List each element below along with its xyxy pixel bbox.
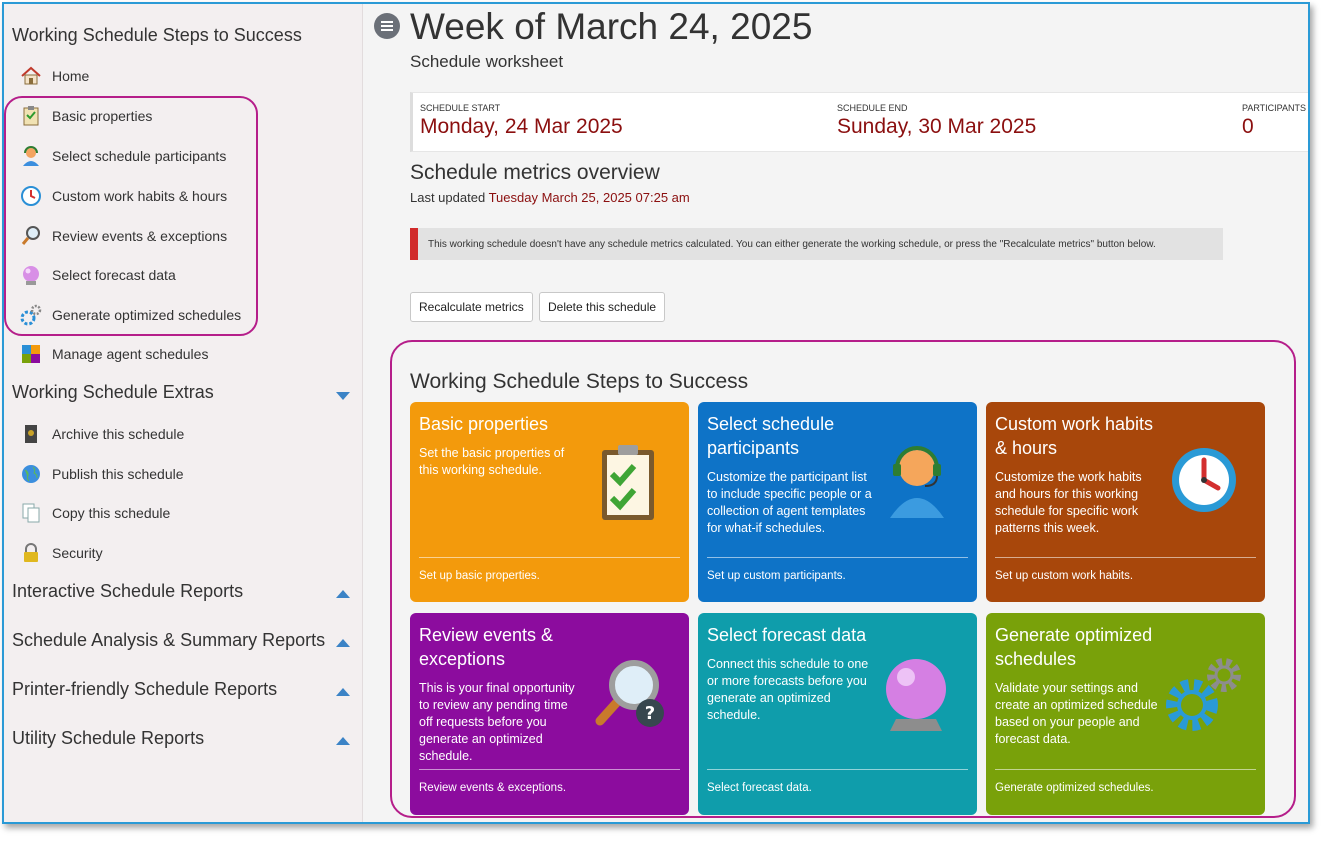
hamburger-icon xyxy=(381,25,393,27)
copy-icon xyxy=(20,502,42,524)
sidebar-steps-title: Working Schedule Steps to Success xyxy=(12,25,302,45)
sidebar-item-archive[interactable]: Archive this schedule xyxy=(20,421,184,447)
sidebar-item-label: Archive this schedule xyxy=(52,426,185,442)
chevron-up-icon[interactable] xyxy=(336,639,350,647)
page-subtitle: Schedule worksheet xyxy=(410,52,564,71)
app-window: Working Schedule Steps to Success Home B… xyxy=(2,2,1310,824)
card-forecast[interactable]: Select forecast data Connect this schedu… xyxy=(698,613,977,815)
svg-text:?: ? xyxy=(645,703,655,724)
metrics-alert: This working schedule doesn't have any s… xyxy=(410,228,1223,260)
chevron-up-icon[interactable] xyxy=(336,737,350,745)
card-link[interactable]: Set up basic properties. xyxy=(419,570,540,582)
main-content: Week of March 24, 2025 Schedule workshee… xyxy=(364,4,1308,822)
schedule-start: SCHEDULE START Monday, 24 Mar 2025 xyxy=(420,103,623,139)
sidebar-item-label: Security xyxy=(52,545,103,561)
clipboard-check-icon xyxy=(596,442,660,527)
card-divider xyxy=(707,769,968,770)
card-description: Validate your settings and create an opt… xyxy=(995,681,1158,746)
menu-toggle-button[interactable] xyxy=(374,13,400,39)
card-link[interactable]: Review events & exceptions. xyxy=(419,782,566,794)
card-title: Review events & exceptions xyxy=(419,625,554,669)
card-description: Customize the participant list to includ… xyxy=(707,470,872,535)
card-description: Set the basic properties of this working… xyxy=(419,446,565,477)
last-updated-label: Last updated xyxy=(410,190,486,205)
sidebar-item-home[interactable]: Home xyxy=(20,63,89,89)
card-description: This is your final opportunity to review… xyxy=(419,681,575,763)
card-title: Select forecast data xyxy=(707,625,867,645)
sidebar-section-analysis[interactable]: Schedule Analysis & Summary Reports xyxy=(12,630,325,651)
card-title: Custom work habits & hours xyxy=(995,414,1154,458)
metrics-title: Schedule metrics overview xyxy=(410,161,660,184)
card-title: Generate optimized schedules xyxy=(995,625,1153,669)
sidebar-section-utility[interactable]: Utility Schedule Reports xyxy=(12,728,204,749)
schedule-end-label: SCHEDULE END xyxy=(837,103,908,113)
sidebar-item-copy[interactable]: Copy this schedule xyxy=(20,500,170,526)
schedule-end-value: Sunday, 30 Mar 2025 xyxy=(837,115,1037,138)
card-divider xyxy=(419,769,680,770)
sidebar-section-printer[interactable]: Printer-friendly Schedule Reports xyxy=(12,679,277,700)
card-link[interactable]: Set up custom participants. xyxy=(707,570,846,582)
archive-icon xyxy=(20,423,42,445)
participants: PARTICIPANTS 0 xyxy=(1242,103,1306,139)
card-basic-properties[interactable]: Basic properties Set the basic propertie… xyxy=(410,402,689,602)
steps-title: Working Schedule Steps to Success xyxy=(410,370,749,393)
card-title: Basic properties xyxy=(419,414,549,434)
last-updated-value: Tuesday March 25, 2025 07:25 am xyxy=(488,190,690,205)
puzzle-icon xyxy=(20,343,42,365)
sidebar-item-label: Publish this schedule xyxy=(52,466,184,482)
steps-highlight xyxy=(4,96,258,336)
sidebar-item-security[interactable]: Security xyxy=(20,540,103,566)
crystal-ball-icon xyxy=(882,655,950,738)
sidebar-item-publish[interactable]: Publish this schedule xyxy=(20,461,184,487)
agent-icon xyxy=(886,442,948,525)
participants-value: 0 xyxy=(1242,115,1254,138)
schedule-start-value: Monday, 24 Mar 2025 xyxy=(420,115,623,138)
card-divider xyxy=(707,557,968,558)
page-title: Week of March 24, 2025 xyxy=(410,6,813,47)
sidebar-extras-title[interactable]: Working Schedule Extras xyxy=(12,382,214,403)
metrics-last-updated: Last updated Tuesday March 25, 2025 07:2… xyxy=(410,190,690,205)
schedule-end: SCHEDULE END Sunday, 30 Mar 2025 xyxy=(837,103,1036,139)
home-icon xyxy=(20,65,42,87)
card-divider xyxy=(995,769,1256,770)
card-participants[interactable]: Select schedule participants Customize t… xyxy=(698,402,977,602)
chevron-up-icon[interactable] xyxy=(336,590,350,598)
delete-schedule-button[interactable]: Delete this schedule xyxy=(539,292,666,322)
card-events[interactable]: Review events & exceptions This is your … xyxy=(410,613,689,815)
gears-icon xyxy=(1166,655,1246,740)
clock-icon xyxy=(1168,444,1240,521)
schedule-start-label: SCHEDULE START xyxy=(420,103,501,113)
lock-icon xyxy=(20,542,42,564)
card-description: Customize the work habits and hours for … xyxy=(995,470,1142,535)
sidebar-section-interactive[interactable]: Interactive Schedule Reports xyxy=(12,581,243,602)
card-link[interactable]: Select forecast data. xyxy=(707,782,812,794)
card-title: Select schedule participants xyxy=(707,414,835,458)
sidebar-item-manage-agents[interactable]: Manage agent schedules xyxy=(20,341,208,367)
sidebar: Working Schedule Steps to Success Home B… xyxy=(4,4,363,822)
card-description: Connect this schedule to one or more for… xyxy=(707,657,869,722)
chevron-down-icon[interactable] xyxy=(336,392,350,400)
participants-label: PARTICIPANTS xyxy=(1242,103,1307,113)
schedule-summary-bar: SCHEDULE START Monday, 24 Mar 2025 SCHED… xyxy=(410,92,1308,152)
magnifier-question-icon: ? xyxy=(594,657,668,736)
sidebar-item-label: Manage agent schedules xyxy=(52,346,209,362)
sidebar-item-label: Home xyxy=(52,68,90,84)
card-work-habits[interactable]: Custom work habits & hours Customize the… xyxy=(986,402,1265,602)
card-generate[interactable]: Generate optimized schedules Validate yo… xyxy=(986,613,1265,815)
sidebar-item-label: Copy this schedule xyxy=(52,505,171,521)
recalculate-metrics-button[interactable]: Recalculate metrics xyxy=(410,292,533,322)
card-divider xyxy=(995,557,1256,558)
globe-icon xyxy=(20,463,42,485)
chevron-up-icon[interactable] xyxy=(336,688,350,696)
card-link[interactable]: Set up custom work habits. xyxy=(995,570,1133,582)
card-link[interactable]: Generate optimized schedules. xyxy=(995,782,1154,794)
card-divider xyxy=(419,557,680,558)
